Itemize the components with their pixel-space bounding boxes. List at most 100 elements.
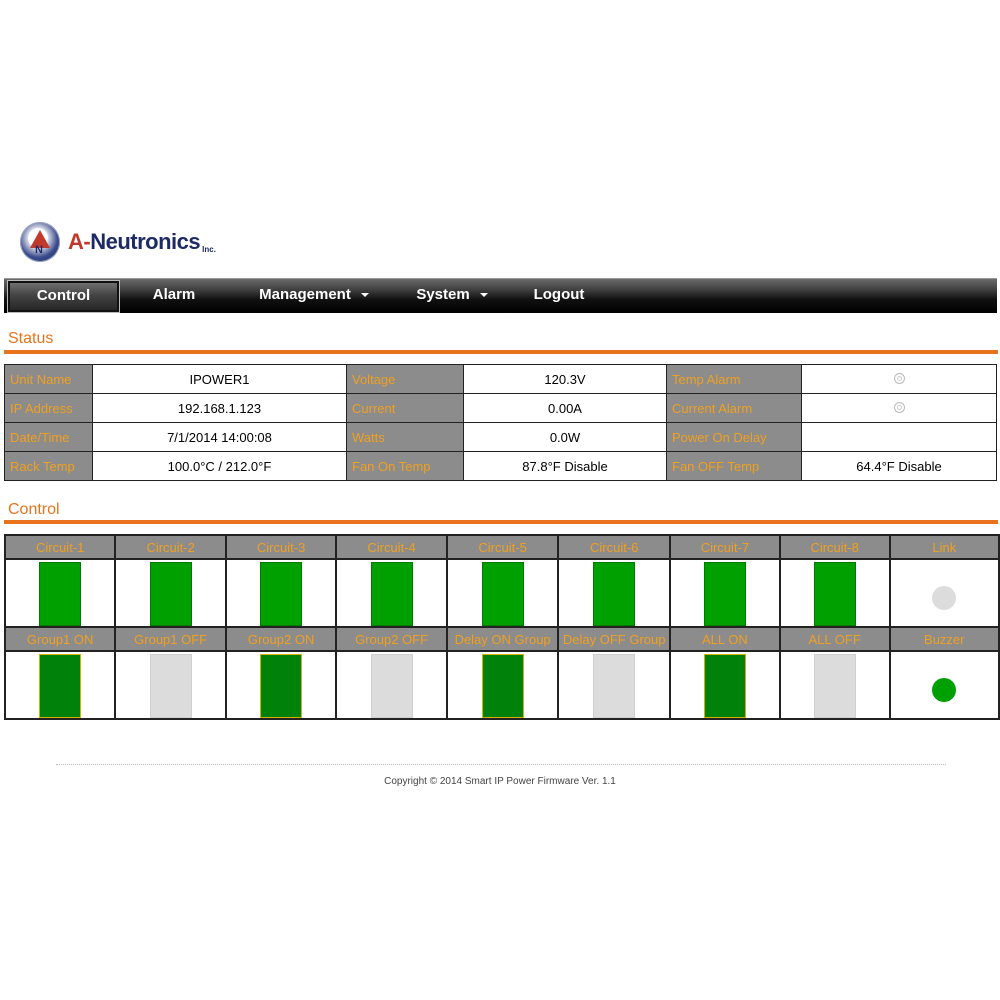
control-cell — [669, 650, 781, 720]
status-label: Temp Alarm — [666, 364, 802, 394]
status-label: IP Address — [4, 393, 93, 423]
chevron-down-icon — [360, 293, 369, 298]
group1-on-switch[interactable] — [39, 654, 82, 718]
control-cell — [445, 558, 560, 628]
status-value — [801, 393, 997, 423]
nav-control[interactable]: Control — [7, 280, 120, 313]
status-row: IP Address 192.168.1.123 Current 0.00A Curre… — [4, 393, 997, 423]
group2-on-switch[interactable] — [260, 654, 303, 718]
circuit-5-switch[interactable] — [481, 562, 524, 626]
led-off-icon — [893, 401, 905, 413]
control-label: ALL ON — [669, 626, 781, 652]
control-label: Circuit-4 — [335, 534, 448, 560]
circuit-7-switch[interactable] — [703, 562, 746, 626]
status-value: 87.8°F Disable — [463, 451, 667, 481]
status-value: 64.4°F Disable — [801, 451, 997, 481]
control-cell — [114, 650, 227, 720]
brand-suffix: Inc. — [202, 245, 216, 254]
control-label: Group1 OFF — [114, 626, 227, 652]
control-cell — [224, 558, 338, 628]
status-label: Voltage — [346, 364, 464, 394]
control-label: Circuit-5 — [445, 534, 560, 560]
control-header-row: Group1 ON Group1 OFF Group2 ON Group2 OFF De… — [3, 626, 1000, 652]
control-label: Circuit-1 — [3, 534, 117, 560]
status-label: Rack Temp — [4, 451, 93, 481]
control-label: Delay ON Group — [445, 626, 560, 652]
status-row: Unit Name IPOWER1 Voltage 120.3V Temp Alarm — [4, 364, 997, 394]
circuit-1-switch[interactable] — [39, 562, 82, 626]
control-label: Circuit-6 — [557, 534, 672, 560]
control-label: Circuit-7 — [669, 534, 781, 560]
control-cell — [224, 650, 338, 720]
circuit-8-switch[interactable] — [813, 562, 856, 626]
nav-logout[interactable]: Logout — [519, 279, 599, 313]
control-cell — [778, 650, 891, 720]
circuit-4-switch[interactable] — [370, 562, 413, 626]
control-cell — [3, 650, 117, 720]
all-off-switch[interactable] — [813, 654, 856, 718]
status-label: Fan OFF Temp — [666, 451, 802, 481]
control-label: Group2 ON — [224, 626, 338, 652]
footer-divider — [56, 764, 946, 765]
brand-name: A-Neutronics — [68, 229, 201, 254]
nav-alarm[interactable]: Alarm — [130, 279, 218, 313]
control-label: ALL OFF — [778, 626, 891, 652]
status-label: Unit Name — [4, 364, 93, 394]
status-value — [801, 364, 997, 394]
circuit-3-switch[interactable] — [260, 562, 303, 626]
buzzer-indicator-icon[interactable] — [932, 678, 957, 702]
status-row: Date/Time 7/1/2014 14:00:08 Watts 0.0W Power… — [4, 422, 997, 452]
status-value: 0.00A — [463, 393, 667, 423]
control-cell — [557, 650, 672, 720]
control-switch-row — [3, 650, 1000, 720]
group1-off-switch[interactable] — [149, 654, 192, 718]
control-cell — [888, 650, 1000, 720]
status-section-title: Status — [8, 330, 54, 347]
delay-on-group-switch[interactable] — [481, 654, 524, 718]
circuit-2-switch[interactable] — [149, 562, 192, 626]
all-on-switch[interactable] — [703, 654, 746, 718]
control-label: Group2 OFF — [335, 626, 448, 652]
control-cell — [3, 558, 117, 628]
nav-management[interactable]: Management — [244, 279, 384, 313]
status-value: 7/1/2014 14:00:08 — [92, 422, 347, 452]
status-label: Power On Delay — [666, 422, 802, 452]
status-value: 192.168.1.123 — [92, 393, 347, 423]
status-label: Date/Time — [4, 422, 93, 452]
control-label: Delay OFF Group — [557, 626, 672, 652]
control-cell — [114, 558, 227, 628]
delay-off-group-switch[interactable] — [593, 654, 636, 718]
control-table: Circuit-1 Circuit-2 Circuit-3 Circuit-4 Circ… — [3, 534, 1000, 720]
footer-copyright: Copyright © 2014 Smart IP Power Firmware… — [384, 776, 616, 787]
circuit-6-switch[interactable] — [593, 562, 636, 626]
status-value: 0.0W — [463, 422, 667, 452]
control-cell — [335, 650, 448, 720]
control-cell — [669, 558, 781, 628]
control-label: Buzzer — [888, 626, 1000, 652]
control-label: Link — [888, 534, 1000, 560]
status-label: Fan On Temp — [346, 451, 464, 481]
control-cell — [335, 558, 448, 628]
control-label: Circuit-8 — [778, 534, 891, 560]
group2-off-switch[interactable] — [370, 654, 413, 718]
main-nav: Control Alarm Management System Logout — [4, 278, 997, 313]
control-label: Circuit-3 — [224, 534, 338, 560]
status-label: Current Alarm — [666, 393, 802, 423]
status-value: 100.0°C / 212.0°F — [92, 451, 347, 481]
status-label: Watts — [346, 422, 464, 452]
control-section-title: Control — [8, 501, 60, 518]
status-value: 120.3V — [463, 364, 667, 394]
a-neutronics-logo-icon: N — [20, 222, 60, 262]
status-label: Current — [346, 393, 464, 423]
status-table: Unit Name IPOWER1 Voltage 120.3V Temp Alarm I… — [4, 364, 997, 481]
nav-system[interactable]: System — [402, 279, 502, 313]
control-cell — [888, 558, 1000, 628]
control-cell — [445, 650, 560, 720]
control-label: Circuit-2 — [114, 534, 227, 560]
control-divider — [4, 520, 998, 524]
chevron-down-icon — [479, 293, 488, 298]
status-divider — [4, 350, 998, 354]
control-switch-row — [3, 558, 1000, 628]
status-value — [801, 422, 997, 452]
led-off-icon — [893, 372, 905, 384]
